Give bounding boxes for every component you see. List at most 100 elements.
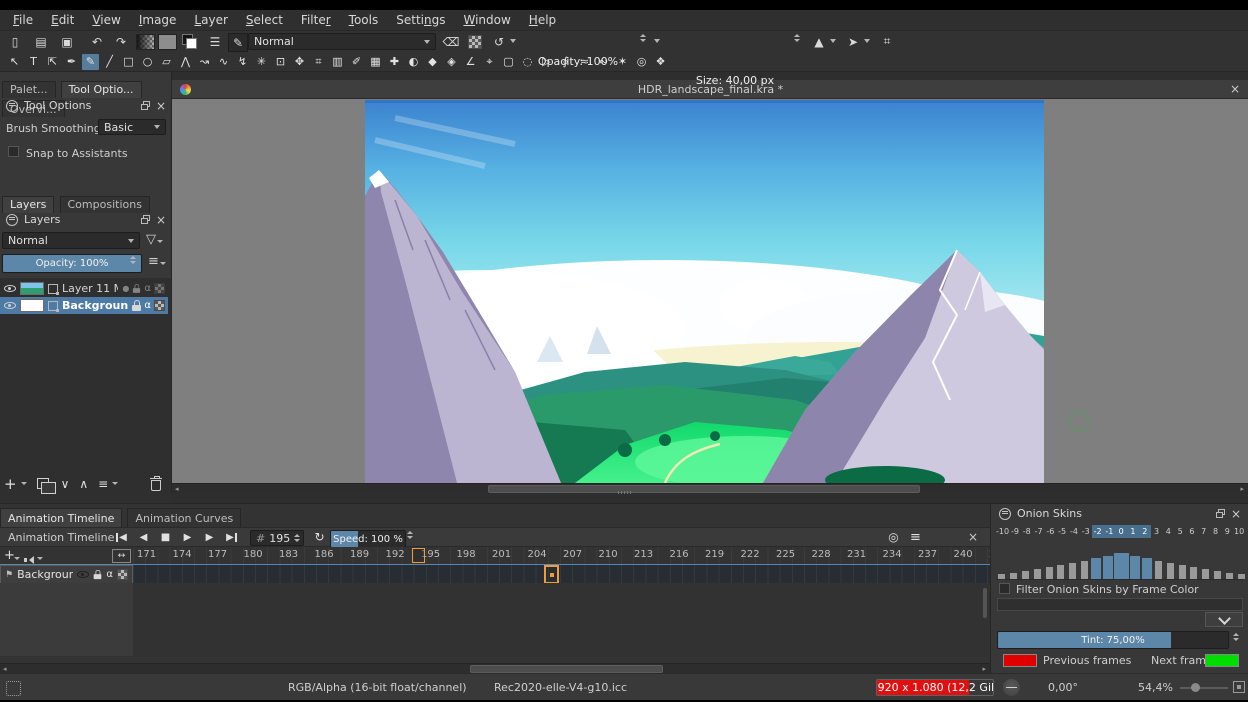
onion-opacity-bar[interactable] bbox=[1226, 573, 1233, 579]
layer-properties-button[interactable]: ≡ bbox=[98, 477, 108, 491]
onion-opacity-bar[interactable] bbox=[1202, 569, 1209, 579]
onion-frame-number[interactable]: -5 bbox=[1056, 525, 1068, 538]
layer-visible-icon[interactable] bbox=[4, 283, 16, 294]
frame-label[interactable]: 186 bbox=[311, 547, 347, 564]
menu-help[interactable]: Help bbox=[520, 11, 565, 29]
onion-opacity-bar[interactable] bbox=[1022, 571, 1029, 579]
next-frame-button[interactable]: ▶ bbox=[200, 529, 219, 545]
onion-frame-number[interactable]: 4 bbox=[1162, 525, 1174, 538]
fill-tool[interactable]: ◆ bbox=[424, 54, 441, 70]
ellipse-tool[interactable]: ○ bbox=[139, 54, 156, 70]
canvas-h-scrollbar[interactable]: ◂ ▸ bbox=[172, 483, 1248, 494]
preserve-alpha-icon[interactable] bbox=[468, 35, 482, 49]
new-document-icon[interactable]: ▯ bbox=[6, 33, 24, 50]
enclose-fill-tool[interactable]: ◈ bbox=[443, 54, 460, 70]
calligraphy-tool[interactable]: ✒ bbox=[63, 54, 80, 70]
polygon-tool[interactable]: ▱ bbox=[158, 54, 175, 70]
frame-spinner[interactable] bbox=[294, 534, 300, 542]
opacity-slider[interactable]: Opacity: 100% bbox=[518, 52, 638, 71]
chevron-down-icon[interactable] bbox=[510, 39, 516, 43]
close-icon[interactable]: × bbox=[968, 531, 978, 543]
onion-opacity-bar[interactable] bbox=[1214, 571, 1221, 579]
trim-icon[interactable]: ⌗ bbox=[878, 33, 896, 50]
layer-visible-icon[interactable] bbox=[4, 300, 16, 311]
brush-size-slider[interactable]: Size: 40,00 px bbox=[678, 71, 792, 90]
onion-opacity-bar[interactable] bbox=[1010, 573, 1017, 579]
frame-label[interactable]: 240 bbox=[950, 547, 986, 564]
onion-frame-number[interactable]: -6 bbox=[1044, 525, 1056, 538]
tab-animation-timeline[interactable]: Animation Timeline bbox=[0, 508, 122, 528]
multibrush-tool[interactable]: ✳ bbox=[253, 54, 270, 70]
frame-label[interactable]: 189 bbox=[346, 547, 382, 564]
timeline-v-scrollbar-thumb[interactable] bbox=[983, 588, 987, 618]
canvas-h-scrollbar-thumb[interactable] bbox=[488, 485, 920, 493]
chevron-down-icon[interactable] bbox=[864, 39, 870, 43]
menu-select[interactable]: Select bbox=[237, 11, 292, 29]
layer-visible-icon[interactable] bbox=[77, 569, 89, 580]
add-keyframe-button[interactable]: + bbox=[4, 548, 15, 563]
onion-frame-number[interactable]: 5 bbox=[1174, 525, 1186, 538]
menu-view[interactable]: View bbox=[83, 11, 129, 29]
frame-label[interactable]: 210 bbox=[595, 547, 631, 564]
layer-opacity-slider[interactable]: Opacity: 100% bbox=[2, 254, 142, 273]
gradient-preview-icon[interactable] bbox=[136, 34, 155, 50]
opacity-spinner[interactable] bbox=[638, 34, 648, 42]
undo-icon[interactable]: ↶ bbox=[88, 33, 106, 50]
menu-filter[interactable]: Filter bbox=[292, 11, 340, 29]
close-icon[interactable]: × bbox=[156, 214, 166, 226]
eraser-mode-icon[interactable]: ⌫ bbox=[442, 33, 460, 50]
float-docker-icon[interactable] bbox=[141, 101, 150, 110]
stop-button[interactable]: ■ bbox=[156, 529, 175, 545]
frame-color-filter-box[interactable] bbox=[997, 598, 1243, 611]
track-frames[interactable] bbox=[133, 565, 990, 583]
timeline-zoom-handle-icon[interactable]: ↔ bbox=[112, 549, 131, 563]
pattern-edit-tool[interactable]: ▦ bbox=[367, 54, 384, 70]
redo-icon[interactable]: ↷ bbox=[112, 33, 130, 50]
alpha-icon[interactable]: α bbox=[144, 283, 151, 294]
onion-opacity-bar[interactable] bbox=[1057, 565, 1064, 579]
frame-label[interactable]: 207 bbox=[559, 547, 595, 564]
brush-presets-icon[interactable]: ☰ bbox=[206, 33, 224, 50]
dock-splitter-handle[interactable] bbox=[618, 491, 632, 494]
delete-layer-button[interactable] bbox=[150, 477, 162, 491]
tab-compositions[interactable]: Compositions bbox=[60, 196, 150, 213]
frame-label[interactable]: 216 bbox=[666, 547, 702, 564]
move-layer-down-button[interactable]: ∨ bbox=[61, 477, 70, 491]
onion-opacity-bar[interactable] bbox=[1142, 558, 1152, 579]
menu-window[interactable]: Window bbox=[454, 11, 519, 29]
onion-opacity-bar[interactable] bbox=[1238, 574, 1245, 579]
layer-filter-icon[interactable]: ▽ bbox=[146, 232, 163, 247]
scroll-right-icon[interactable]: ▸ bbox=[982, 665, 986, 673]
frame-label[interactable]: 183 bbox=[275, 547, 311, 564]
onion-opacity-bar[interactable] bbox=[1155, 561, 1162, 579]
selection-mode-icon[interactable] bbox=[6, 681, 21, 696]
close-icon[interactable]: × bbox=[156, 100, 166, 112]
menu-layer[interactable]: Layer bbox=[185, 11, 236, 29]
smart-patch-tool[interactable]: ✚ bbox=[386, 54, 403, 70]
zoom-slider[interactable] bbox=[1180, 687, 1228, 689]
onion-opacity-bar[interactable] bbox=[1081, 561, 1088, 579]
edit-brush-settings-icon[interactable]: ✎ bbox=[228, 33, 248, 52]
layer-row-background[interactable]: Background α bbox=[0, 297, 168, 314]
lock-icon[interactable] bbox=[94, 570, 102, 579]
pan-tool[interactable]: ❖ bbox=[652, 54, 669, 70]
skip-to-start-button[interactable]: ◀ bbox=[112, 529, 131, 545]
menu-edit[interactable]: Edit bbox=[42, 11, 83, 29]
onion-frame-number[interactable]: -2 bbox=[1092, 525, 1104, 538]
playhead-ruler-marker[interactable] bbox=[412, 548, 425, 563]
measure-tool[interactable]: ∠ bbox=[462, 54, 479, 70]
frame-label[interactable]: 204 bbox=[524, 547, 560, 564]
play-button[interactable]: ▶ bbox=[178, 529, 197, 545]
onion-frame-number[interactable]: 10 bbox=[1233, 525, 1245, 538]
layer-name[interactable]: Layer 11 Me... bbox=[62, 282, 118, 295]
scroll-right-icon[interactable]: ▸ bbox=[1240, 485, 1244, 493]
onion-opacity-bar[interactable] bbox=[1190, 567, 1197, 579]
timeline-h-scrollbar-thumb[interactable] bbox=[470, 665, 663, 673]
colorize-mask-tool[interactable]: ◐ bbox=[405, 54, 422, 70]
inherit-alpha-icon[interactable] bbox=[117, 569, 128, 580]
frame-label[interactable]: 225 bbox=[772, 547, 808, 564]
rect-select-tool[interactable]: ▢ bbox=[500, 54, 517, 70]
tint-slider[interactable]: Tint: 75,00% bbox=[997, 631, 1229, 649]
layer-options-icon[interactable]: ≡ bbox=[148, 254, 166, 269]
scroll-left-icon[interactable]: ◂ bbox=[175, 485, 179, 493]
